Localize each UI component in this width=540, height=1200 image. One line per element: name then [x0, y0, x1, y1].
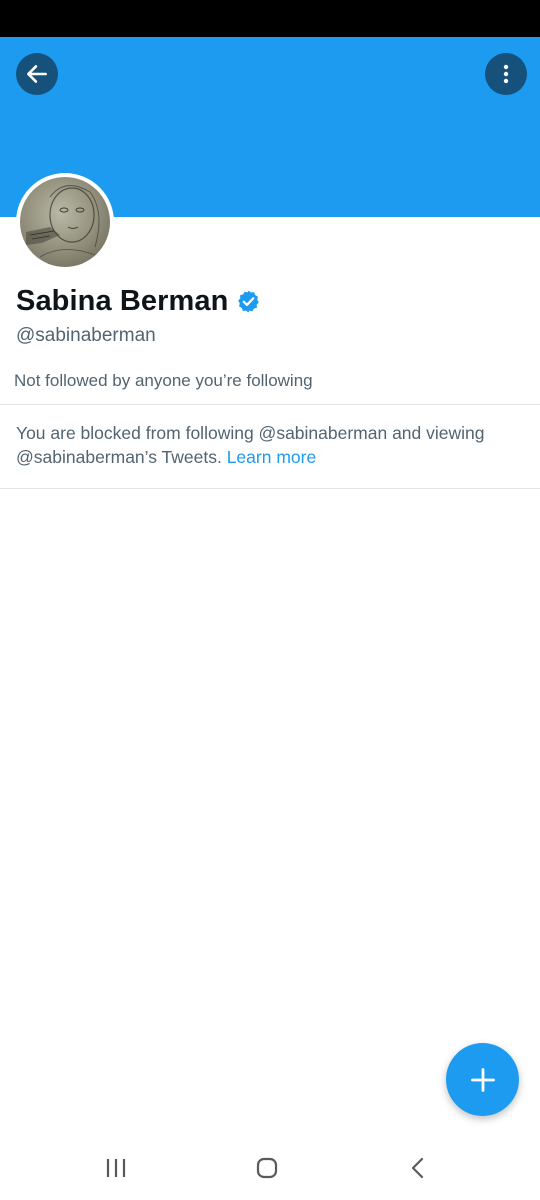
divider: [0, 488, 540, 489]
system-nav-bar: [0, 1135, 540, 1200]
home-icon: [256, 1157, 278, 1179]
arrow-left-icon: [27, 65, 47, 83]
recents-button[interactable]: [96, 1153, 136, 1183]
recents-icon: [106, 1159, 126, 1177]
blocked-notice: You are blocked from following @sabinabe…: [16, 421, 524, 469]
profile-handle: @sabinaberman: [16, 325, 156, 346]
name-row: Sabina Berman: [16, 285, 261, 318]
status-bar: [0, 0, 540, 37]
system-back-button[interactable]: [398, 1153, 438, 1183]
display-name: Sabina Berman: [16, 285, 229, 317]
compose-tweet-button[interactable]: [446, 1043, 519, 1116]
more-vertical-icon: [503, 64, 509, 84]
profile-screen: Sabina Berman @sabinaberman Not followed…: [0, 0, 540, 1200]
avatar[interactable]: [16, 173, 114, 271]
home-button[interactable]: [247, 1153, 287, 1183]
chevron-left-icon: [411, 1157, 424, 1179]
more-options-button[interactable]: [485, 53, 527, 95]
followers-you-know[interactable]: Not followed by anyone you’re following: [14, 371, 313, 391]
back-button[interactable]: [16, 53, 58, 95]
verified-badge-icon[interactable]: [236, 289, 261, 314]
plus-icon: [470, 1067, 495, 1092]
divider: [0, 404, 540, 405]
avatar-image: [20, 177, 110, 267]
learn-more-link[interactable]: Learn more: [227, 447, 317, 467]
